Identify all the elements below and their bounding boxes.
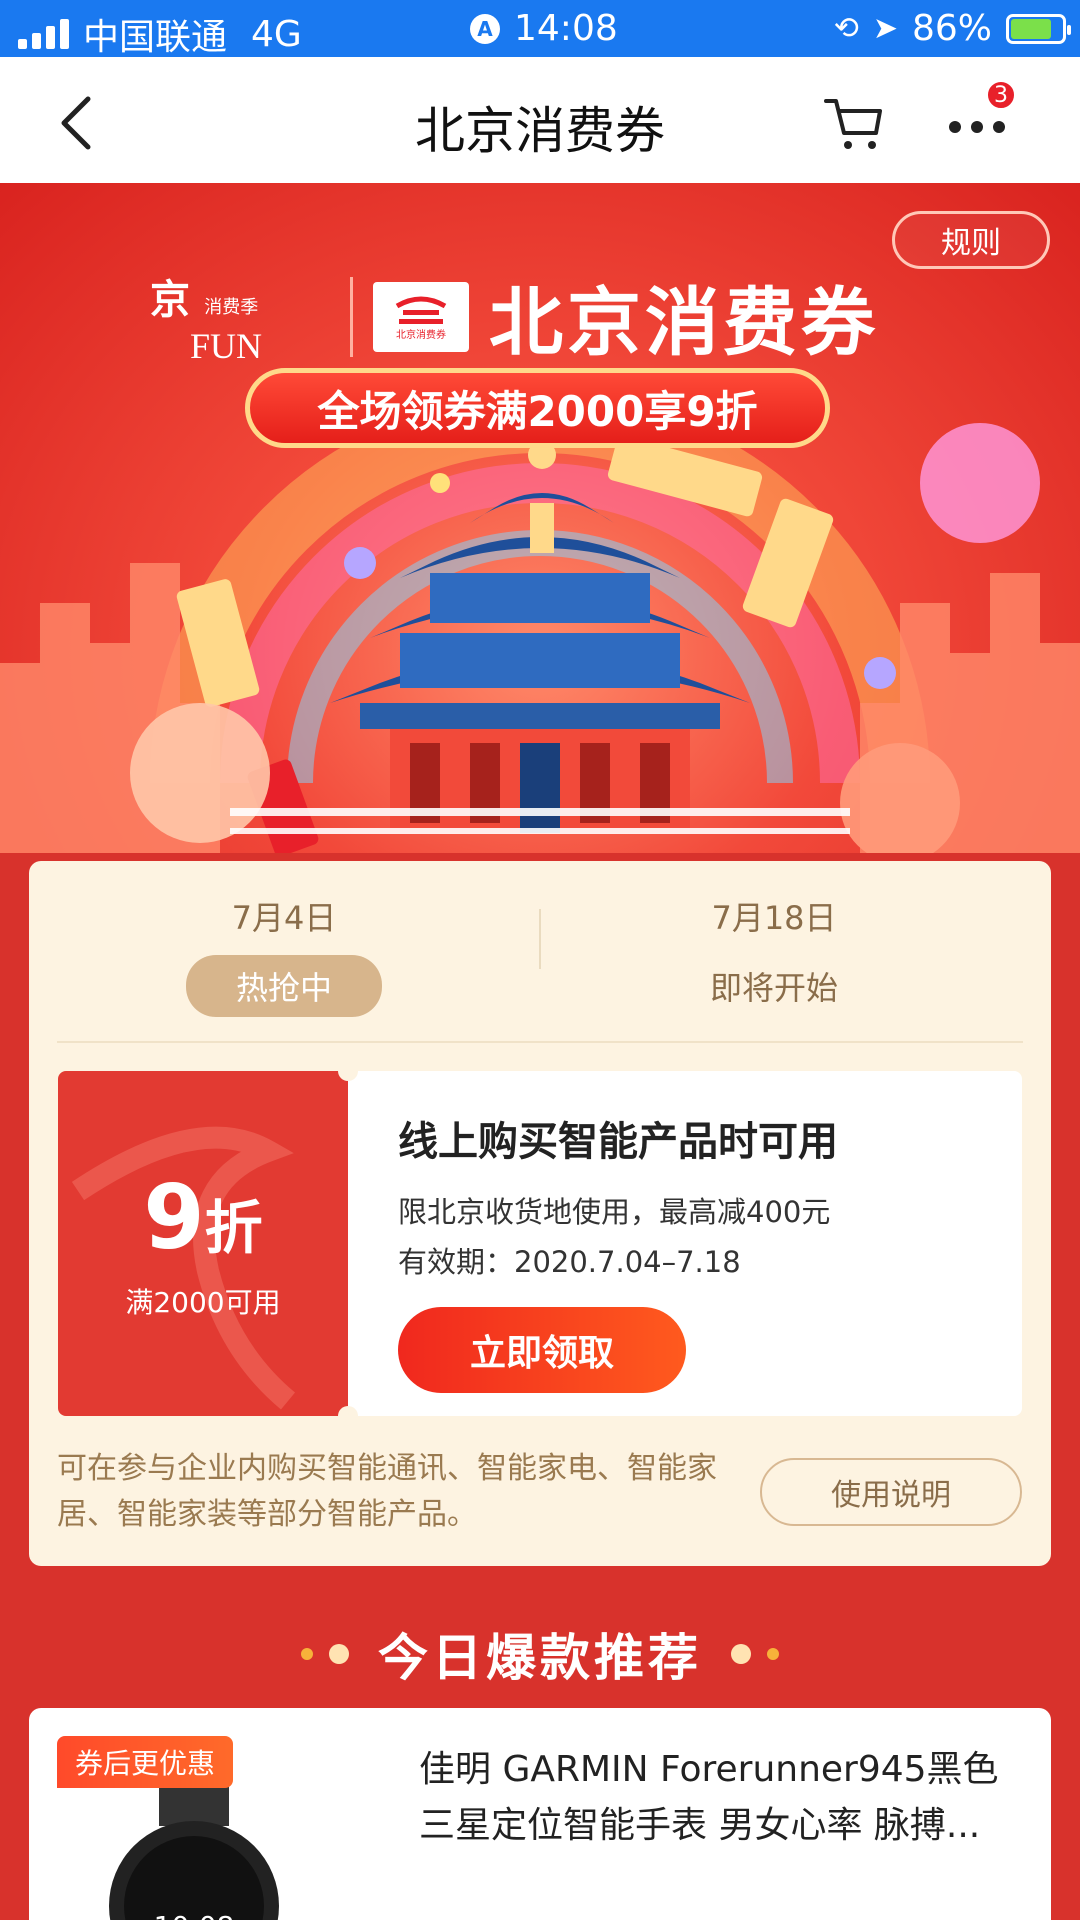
brand-row: 京 消费季 FUN 北京消费券 北京消费券 xyxy=(150,263,879,370)
tab-divider xyxy=(539,909,541,969)
product-tag: 券后更优惠 xyxy=(57,1736,234,1788)
alarm-icon: A xyxy=(470,13,500,44)
signal-icon xyxy=(18,19,69,49)
product-card[interactable]: 10:08 券后更优惠 佳明 GARMIN Forerunner945黑色三星定… xyxy=(29,1708,1051,1920)
campaign-badge-fun: FUN xyxy=(190,325,263,366)
hero-banner: 规则 京 消费季 FUN 北京消费券 北京消费券 全场领券满2000享9折 xyxy=(0,183,1080,853)
section-header: 今日爆款推荐 xyxy=(0,1618,1080,1690)
decor-dot xyxy=(300,1648,313,1660)
watch-face-time: 10:08 xyxy=(154,1910,235,1920)
more-icon[interactable] xyxy=(945,107,1015,147)
date-tab-date: 7月4日 xyxy=(231,899,337,937)
coupon-validity: 有效期：2020.7.04–7.18 xyxy=(398,1245,741,1279)
coupon-headline: 线上购买智能产品时可用 xyxy=(398,1119,838,1165)
coupon-details: 线上购买智能产品时可用 限北京收货地使用，最高减400元 有效期：2020.7.… xyxy=(348,1071,1022,1416)
notification-badge: 3 xyxy=(986,80,1016,110)
status-center: A 14:08 xyxy=(470,8,618,49)
campaign-badge-sub: 消费季 xyxy=(204,296,259,318)
divider xyxy=(57,1041,1023,1043)
carrier-label: 中国联通 xyxy=(83,17,228,58)
discount-value: 9折 xyxy=(58,1166,348,1269)
coupon-notch xyxy=(338,1406,358,1426)
page-title: 北京消费券 xyxy=(415,102,665,160)
date-tab-1[interactable]: 7月18日 即将开始 xyxy=(574,893,974,1009)
campaign-badge-char: 京 xyxy=(150,276,190,323)
location-icon: ➤ xyxy=(872,11,898,46)
discount-unit: 折 xyxy=(204,1194,263,1262)
brand-divider xyxy=(350,276,353,357)
coupon-value: 9折 满2000可用 xyxy=(58,1071,348,1416)
campaign-badge: 京 消费季 FUN xyxy=(150,267,330,367)
date-tab-status: 即将开始 xyxy=(709,969,838,1007)
discount-condition: 满2000可用 xyxy=(125,1286,281,1319)
clock-label: 14:08 xyxy=(514,8,618,49)
battery-label: 86% xyxy=(911,8,992,49)
decor-dot xyxy=(731,1644,752,1664)
cart-icon[interactable] xyxy=(822,93,886,153)
nav-bar: 北京消费券 xyxy=(0,57,1080,183)
rules-button[interactable]: 规则 xyxy=(892,211,1050,269)
watch-image: 10:08 xyxy=(109,1786,279,1920)
claim-button[interactable]: 立即领取 xyxy=(398,1307,686,1393)
promo-banner: 全场领券满2000享9折 xyxy=(245,368,830,448)
status-bar: 中国联通 4G A 14:08 ⟲ ➤ 86% xyxy=(0,0,1080,60)
coupon-note: 可在参与企业内购买智能通讯、智能家电、智能家居、智能家装等部分智能产品。 xyxy=(57,1451,717,1532)
rotation-lock-icon: ⟲ xyxy=(833,11,859,46)
date-tab-status: 热抢中 xyxy=(185,955,382,1017)
coupon-logo: 北京消费券 xyxy=(373,281,469,352)
decor-dot xyxy=(328,1644,349,1664)
decor-dot xyxy=(767,1648,780,1660)
coupon-notch xyxy=(338,1061,358,1081)
coupon-description: 限北京收货地使用，最高减400元 xyxy=(398,1195,831,1229)
battery-icon xyxy=(1006,13,1071,44)
coupon-panel: 7月4日 热抢中 7月18日 即将开始 9折 满2000可用 线上购买智能产品时… xyxy=(29,861,1051,1566)
section-title: 今日爆款推荐 xyxy=(378,1629,702,1687)
coupon-logo-text: 北京消费券 xyxy=(396,330,446,341)
date-tab-date: 7月18日 xyxy=(711,899,837,937)
coupon-logo-icon xyxy=(395,296,447,324)
usage-instructions-button[interactable]: 使用说明 xyxy=(760,1458,1022,1526)
network-label: 4G xyxy=(251,13,302,55)
status-left: 中国联通 4G xyxy=(18,8,302,60)
discount-number: 9 xyxy=(143,1166,205,1269)
date-tab-0[interactable]: 7月4日 热抢中 xyxy=(84,893,484,1017)
product-name: 佳明 GARMIN Forerunner945黑色三星定位智能手表 男女心率 脉… xyxy=(419,1749,999,1846)
status-right: ⟲ ➤ 86% xyxy=(833,8,1071,49)
banner-title: 北京消费券 xyxy=(489,280,879,366)
